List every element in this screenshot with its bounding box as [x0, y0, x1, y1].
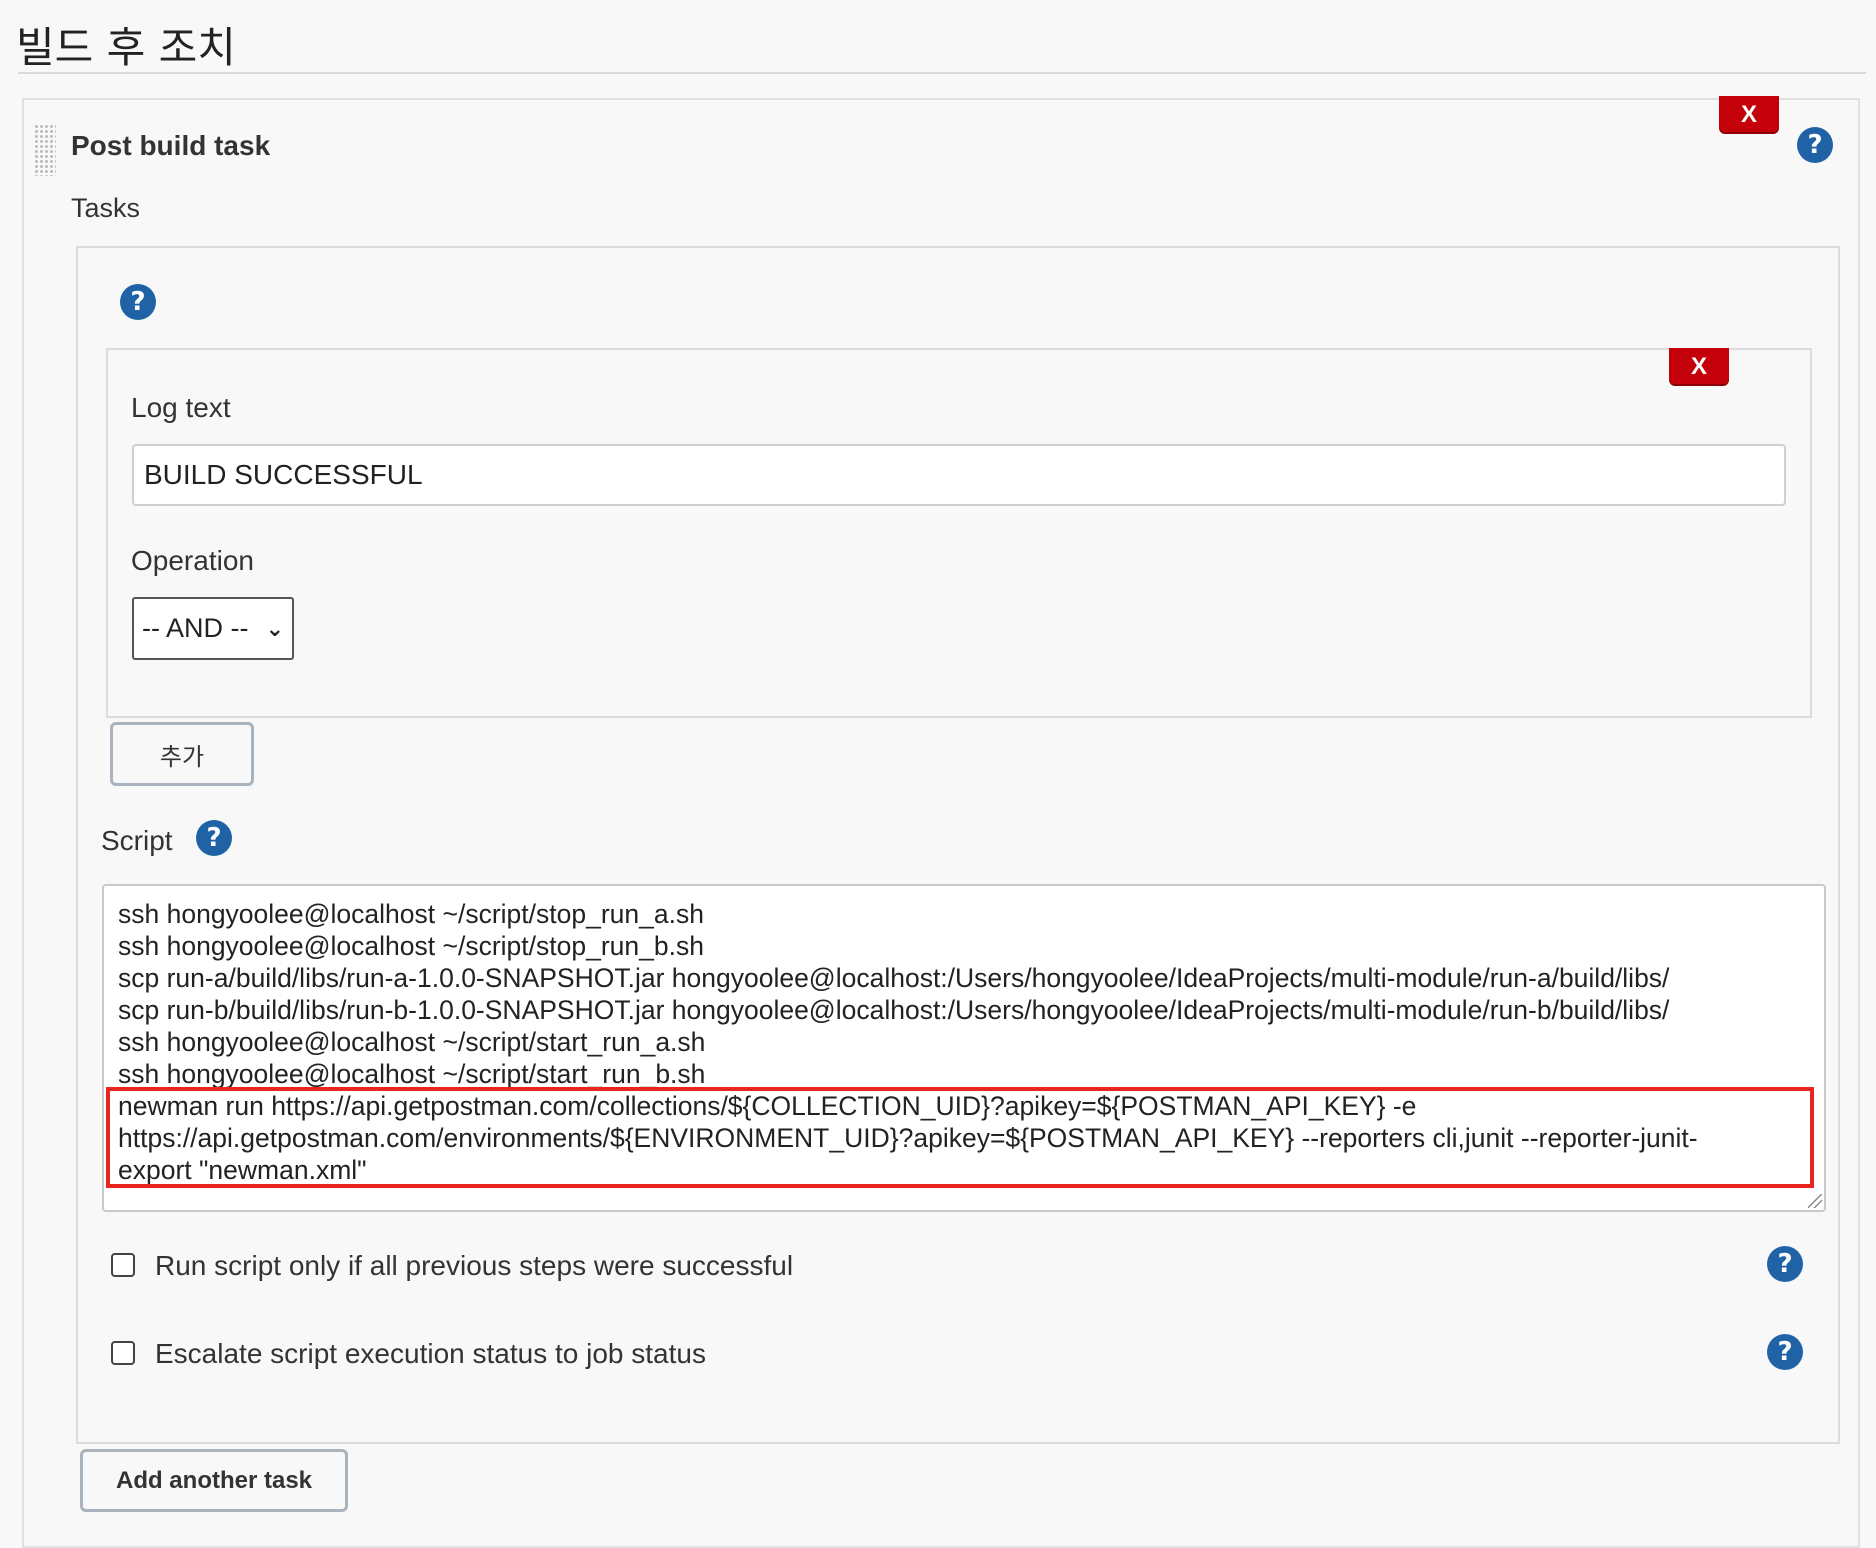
task-help-icon[interactable]: ? [120, 284, 156, 320]
log-text-label: Log text [131, 392, 231, 423]
delete-post-build-task-button[interactable]: X [1719, 96, 1779, 132]
script-line: scp run-a/build/libs/run-a-1.0.0-SNAPSHO… [118, 963, 1670, 993]
add-log-entry-button[interactable]: 추가 [110, 722, 254, 786]
escalate-status-checkbox[interactable] [111, 1341, 135, 1365]
add-another-task-button[interactable]: Add another task [80, 1449, 348, 1512]
run-only-if-success-help-icon[interactable]: ? [1767, 1246, 1803, 1282]
run-only-if-success-label: Run script only if all previous steps we… [155, 1250, 794, 1281]
drag-handle-icon[interactable] [34, 124, 56, 176]
escalate-status-help-icon[interactable]: ? [1767, 1334, 1803, 1370]
delete-log-entry-button[interactable]: X [1669, 348, 1729, 384]
script-line: ssh hongyoolee@localhost ~/script/start_… [118, 1027, 706, 1057]
resize-handle-icon[interactable] [1808, 1194, 1822, 1208]
script-label: Script [101, 825, 173, 856]
post-build-task-help-icon[interactable]: ? [1797, 127, 1833, 163]
post-build-task-title: Post build task [71, 130, 271, 161]
log-text-panel [106, 348, 1812, 718]
operation-selected-value: -- AND -- [142, 613, 249, 643]
script-line: ssh hongyoolee@localhost ~/script/stop_r… [118, 931, 704, 961]
tasks-label: Tasks [71, 193, 141, 223]
script-line: ssh hongyoolee@localhost ~/script/start_… [118, 1059, 706, 1089]
section-title: 빌드 후 조치 [16, 23, 236, 72]
log-text-input[interactable]: BUILD SUCCESSFUL [132, 444, 1786, 506]
operation-select[interactable]: -- AND -- ⌄ [132, 597, 294, 660]
chevron-down-icon: ⌄ [265, 616, 284, 641]
script-line: scp run-b/build/libs/run-b-1.0.0-SNAPSHO… [118, 995, 1670, 1025]
run-only-if-success-checkbox[interactable] [111, 1253, 135, 1277]
section-divider [18, 72, 1866, 74]
script-line: ssh hongyoolee@localhost ~/script/stop_r… [118, 899, 704, 929]
escalate-status-label: Escalate script execution status to job … [155, 1338, 706, 1369]
operation-label: Operation [131, 545, 254, 576]
script-help-icon[interactable]: ? [196, 820, 232, 856]
highlight-box [106, 1087, 1814, 1188]
